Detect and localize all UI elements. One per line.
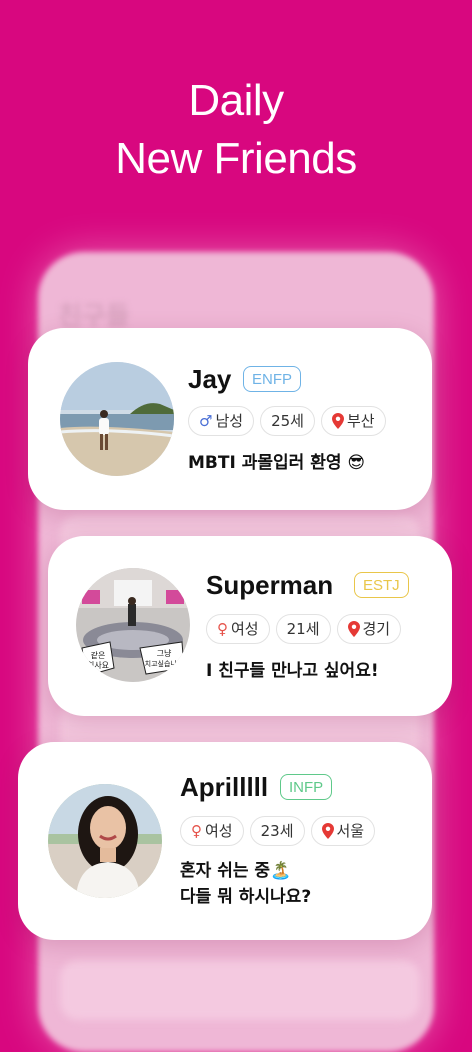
gender-chip: ♂ 남성 bbox=[188, 406, 255, 436]
profile-card-jay[interactable]: Jay ENFP ♂ 남성 25세 부산 MBTI 과몰입러 환영 😎 bbox=[28, 328, 432, 510]
profile-message: I 친구들 만나고 싶어요! bbox=[206, 661, 379, 681]
gender-label: 여성 bbox=[231, 620, 259, 638]
gender-label: 여성 bbox=[205, 822, 233, 840]
location-pin-icon bbox=[321, 823, 334, 839]
profile-name: Aprilllll bbox=[180, 772, 269, 802]
profile-card-april[interactable]: Aprilllll INFP ♀ 여성 23세 서울 혼자 쉬는 중🏝️ 다들 … bbox=[18, 742, 432, 940]
location-label: 부산 bbox=[346, 412, 375, 430]
age-label: 21세 bbox=[286, 620, 320, 638]
svg-text:치고싶습니다: 치고싶습니다 bbox=[145, 659, 184, 668]
location-chip: 서울 bbox=[310, 816, 376, 846]
svg-text:회사요: 회사요 bbox=[87, 661, 109, 670]
age-label: 23세 bbox=[260, 822, 294, 840]
avatar bbox=[60, 362, 174, 476]
svg-text:같은: 같은 bbox=[91, 650, 106, 660]
age-label: 25세 bbox=[271, 412, 304, 430]
location-label: 경기 bbox=[362, 620, 391, 638]
age-chip: 21세 bbox=[275, 614, 331, 644]
avatar: 같은 회사요 그냥 치고싶습니다 bbox=[76, 568, 190, 682]
headline: Daily New Friends bbox=[0, 72, 472, 188]
avatar bbox=[48, 784, 162, 898]
profile-card-superman[interactable]: 같은 회사요 그냥 치고싶습니다 Superman ESTJ ♀ 여성 21세 … bbox=[48, 536, 452, 716]
location-chip: 경기 bbox=[336, 614, 402, 644]
profile-message-line-1: 혼자 쉬는 중🏝️ bbox=[180, 861, 292, 881]
location-pin-icon bbox=[331, 413, 344, 429]
gender-label: 남성 bbox=[215, 412, 244, 430]
profile-message: 혼자 쉬는 중🏝️ 다들 뭐 하시나요? bbox=[180, 858, 311, 910]
profile-tags: ♀ 여성 21세 경기 bbox=[206, 614, 402, 644]
gender-chip: ♀ 여성 bbox=[206, 614, 270, 644]
profile-message-line-2: 다들 뭐 하시나요? bbox=[180, 887, 312, 907]
backdrop-row bbox=[60, 960, 420, 1020]
female-icon: ♀ bbox=[191, 822, 202, 840]
location-label: 서울 bbox=[336, 822, 365, 840]
profile-tags: ♂ 남성 25세 부산 bbox=[188, 406, 386, 436]
female-icon: ♀ bbox=[217, 620, 228, 638]
location-chip: 부산 bbox=[320, 406, 386, 436]
profile-name: Superman bbox=[206, 570, 334, 600]
profile-message: MBTI 과몰입러 환영 😎 bbox=[188, 453, 366, 473]
mbti-badge: ENFP bbox=[243, 366, 302, 392]
age-chip: 25세 bbox=[260, 406, 315, 436]
headline-line-1: Daily bbox=[188, 76, 284, 125]
gender-chip: ♀ 여성 bbox=[180, 816, 244, 846]
mbti-badge: INFP bbox=[280, 774, 333, 800]
age-chip: 23세 bbox=[249, 816, 305, 846]
mbti-badge: ESTJ bbox=[354, 572, 409, 598]
male-icon: ♂ bbox=[199, 412, 213, 430]
headline-line-2: New Friends bbox=[115, 134, 357, 183]
profile-tags: ♀ 여성 23세 서울 bbox=[180, 816, 376, 846]
location-pin-icon bbox=[347, 621, 360, 637]
profile-name: Jay bbox=[188, 364, 232, 394]
svg-text:그냥: 그냥 bbox=[157, 649, 172, 658]
